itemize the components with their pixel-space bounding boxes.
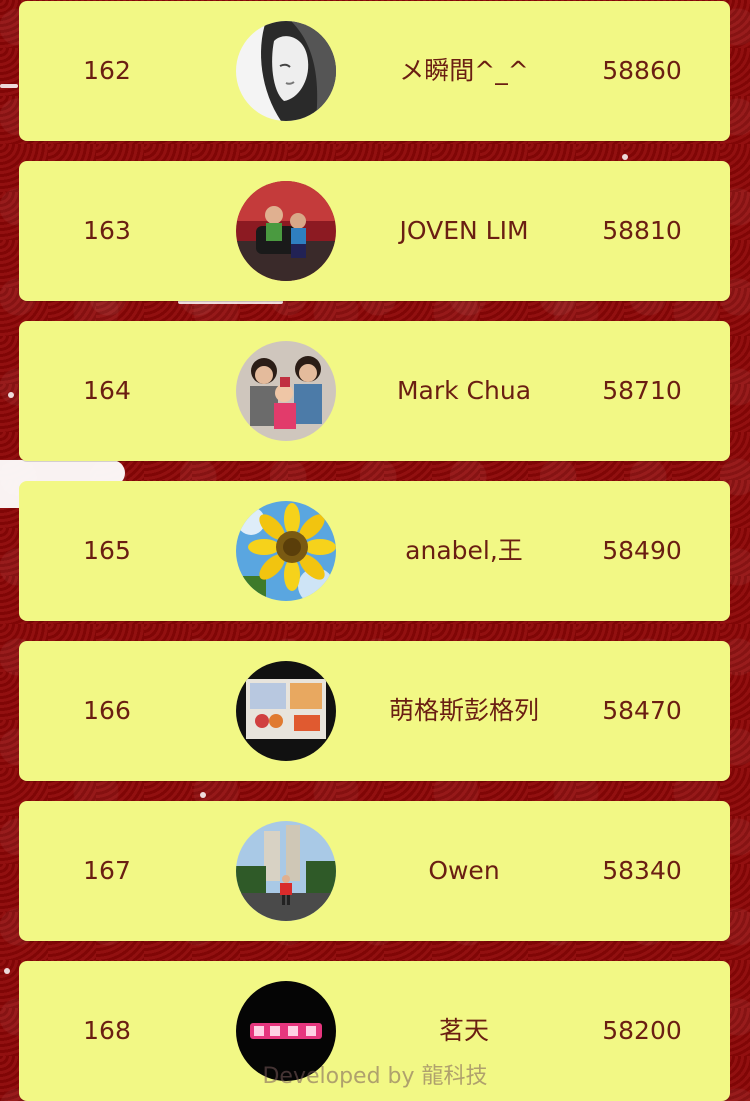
rank-number: 162 <box>83 56 131 85</box>
leaderboard-row[interactable]: 162 メ瞬間^_^ 58860 <box>19 1 730 141</box>
leaderboard-list: 162 メ瞬間^_^ 58860 163 JOVEN LIM 58810 164… <box>0 0 750 1101</box>
leaderboard-row[interactable]: 164 Mark Chua 58710 <box>19 321 730 461</box>
developer-credit: Developed by 龍科技 <box>262 1064 488 1089</box>
rank-number: 164 <box>83 376 131 405</box>
player-name: メ瞬間^_^ <box>399 56 529 85</box>
presentation-slide-avatar-icon <box>236 661 336 761</box>
leaderboard-row[interactable]: 166 萌格斯彭格列 58470 <box>19 641 730 781</box>
sunflower-avatar-icon <box>236 501 336 601</box>
player-name: JOVEN LIM <box>399 216 529 245</box>
player-score: 58810 <box>602 216 682 245</box>
player-name: anabel,王 <box>405 536 523 565</box>
leaderboard-row[interactable]: 163 JOVEN LIM 58810 <box>19 161 730 301</box>
player-score: 58860 <box>602 56 682 85</box>
girl-sketch-avatar-icon <box>236 21 336 121</box>
leaderboard-row[interactable]: 167 Owen 58340 <box>19 801 730 941</box>
player-score: 58710 <box>602 376 682 405</box>
player-name: 萌格斯彭格列 <box>388 696 539 725</box>
rank-number: 166 <box>83 696 131 725</box>
rank-number: 163 <box>83 216 131 245</box>
rank-number: 165 <box>83 536 131 565</box>
player-score: 58340 <box>602 856 682 885</box>
player-name: Owen <box>428 856 500 885</box>
family-photo-avatar-icon <box>236 341 336 441</box>
player-score: 58470 <box>602 696 682 725</box>
rank-number: 167 <box>83 856 131 885</box>
street-photo-avatar-icon <box>236 821 336 921</box>
kids-on-car-avatar-icon <box>236 181 336 281</box>
player-name: Mark Chua <box>396 376 532 405</box>
player-score: 58490 <box>602 536 682 565</box>
leaderboard-row[interactable]: 165 anabel,王 58490 <box>19 481 730 621</box>
